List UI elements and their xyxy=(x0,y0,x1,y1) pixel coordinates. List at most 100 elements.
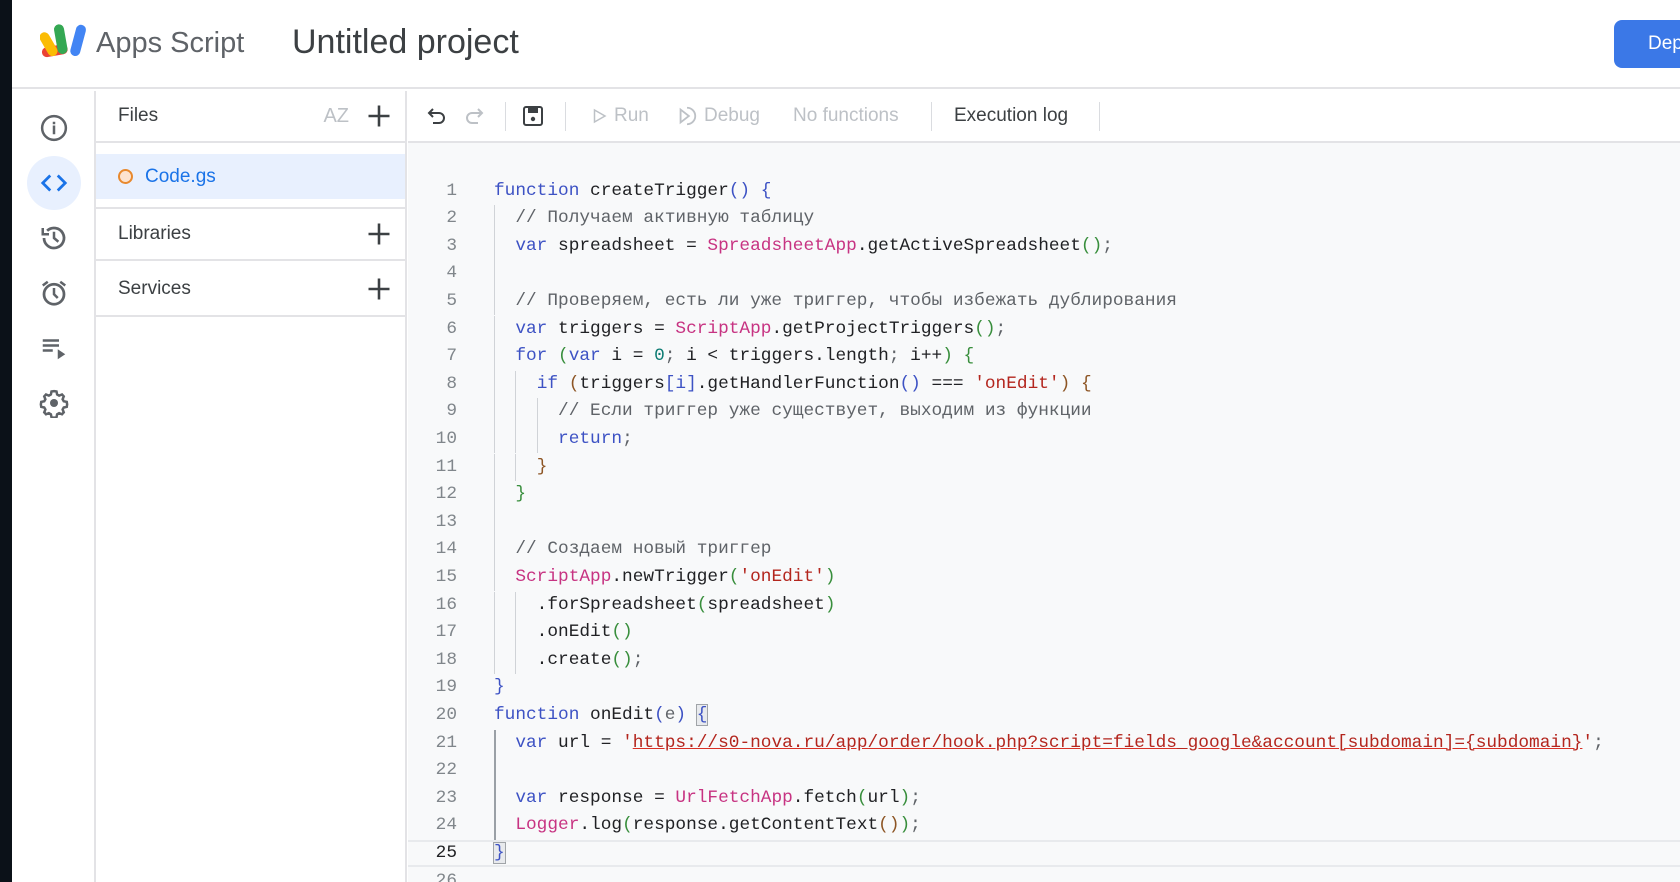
executions-button[interactable] xyxy=(27,321,81,375)
code-line[interactable]: 23 var response = UrlFetchApp.fetch(url)… xyxy=(408,784,1680,813)
code-line[interactable]: 15 ScriptApp.newTrigger('onEdit') xyxy=(408,563,1680,592)
code-line[interactable]: 5 // Проверяем, есть ли уже триггер, что… xyxy=(408,287,1680,316)
line-number: 22 xyxy=(435,760,457,781)
code-line[interactable]: 26 xyxy=(408,868,1680,882)
token-pl: spreadsheet = xyxy=(547,235,708,256)
token-cls: ScriptApp xyxy=(675,318,772,339)
line-number: 5 xyxy=(446,290,457,311)
project-title[interactable]: Untitled project xyxy=(292,23,519,62)
token-pl: spreadsheet xyxy=(707,594,825,615)
add-library-icon[interactable] xyxy=(365,220,393,248)
code-line[interactable]: 17 .onEdit() xyxy=(408,619,1680,647)
code-line[interactable]: 3 var spreadsheet = SpreadsheetApp.getAc… xyxy=(408,232,1680,261)
token-pl: i++ xyxy=(899,346,943,367)
overview-button[interactable] xyxy=(27,101,81,155)
add-file-icon[interactable] xyxy=(365,102,393,130)
line-number: 25 xyxy=(435,842,457,863)
code-line[interactable]: 25} xyxy=(408,839,1680,868)
line-code: var spreadsheet = SpreadsheetApp.getActi… xyxy=(494,233,1113,261)
services-label: Services xyxy=(118,278,191,299)
code-line[interactable]: 13 xyxy=(408,508,1680,537)
token-b2: () xyxy=(1080,235,1103,256)
token-pu: ; xyxy=(632,649,644,670)
code-line[interactable]: 8 if (triggers[i].getHandlerFunction() =… xyxy=(408,370,1680,399)
code-line[interactable]: 21 var url = 'https://s0-nova.ru/app/ord… xyxy=(408,729,1680,758)
redo-button[interactable] xyxy=(462,91,486,141)
token-cls: SpreadsheetApp xyxy=(707,235,857,256)
line-code: var url = 'https://s0-nova.ru/app/order/… xyxy=(494,730,1604,758)
token-cm: // Получаем активную таблицу xyxy=(515,208,815,229)
add-service-icon[interactable] xyxy=(365,275,393,303)
line-code: // Создаем новый триггер xyxy=(494,536,771,564)
history-button[interactable] xyxy=(27,211,81,265)
token-pu: ; xyxy=(664,346,676,367)
debug-button[interactable]: Debug xyxy=(676,91,760,141)
code-line[interactable]: 19} xyxy=(408,674,1680,702)
line-number: 18 xyxy=(435,649,457,670)
code-line[interactable]: 16 .forSpreadsheet(spreadsheet) xyxy=(408,591,1680,620)
deploy-button[interactable]: Deploy xyxy=(1614,20,1680,68)
line-code: // Получаем активную таблицу xyxy=(494,205,814,233)
token-pu: ; xyxy=(1593,732,1604,753)
token-pu: ; xyxy=(995,318,1007,339)
file-name: Code.gs xyxy=(145,165,216,187)
token-kw: var xyxy=(515,732,548,753)
divider xyxy=(1099,102,1100,131)
line-number: 24 xyxy=(435,815,457,836)
token-pl: createTrigger xyxy=(579,180,729,201)
run-button[interactable]: Run xyxy=(590,91,649,141)
code-line[interactable]: 6 var triggers = ScriptApp.getProjectTri… xyxy=(408,315,1680,344)
sort-az-button[interactable]: AZ xyxy=(323,105,349,128)
settings-button[interactable] xyxy=(27,376,81,430)
execution-log-button[interactable]: Execution log xyxy=(954,91,1068,141)
code-line[interactable]: 20 function onEdit(e) { xyxy=(408,702,1680,730)
line-code: .create(); xyxy=(494,647,644,675)
line-code: Logger.log(response.getContentText()); xyxy=(494,812,921,840)
code-line[interactable]: 22 xyxy=(408,757,1680,785)
token-str: 'onEdit' xyxy=(739,566,825,587)
token-kw: function xyxy=(494,704,580,725)
code-line[interactable]: 18 .create(); xyxy=(408,646,1680,675)
code-editor[interactable]: 1 function createTrigger() {2 // Получаем… xyxy=(408,143,1680,882)
code-line[interactable]: 14 // Создаем новый триггер xyxy=(408,536,1680,564)
code-line[interactable]: 2 // Получаем активную таблицу xyxy=(408,205,1680,233)
token-pu: ; xyxy=(622,428,633,449)
save-button[interactable] xyxy=(521,91,545,141)
token-b2: ) xyxy=(899,815,911,836)
token-b2: { xyxy=(963,346,975,367)
code-line[interactable]: 4 xyxy=(408,260,1680,288)
code-line[interactable]: 1 function createTrigger() { xyxy=(408,178,1680,206)
code-line[interactable]: 7 for (var i = 0; i < triggers.length; i… xyxy=(408,343,1680,371)
line-number: 17 xyxy=(435,622,457,643)
token-b2: ( xyxy=(728,566,740,587)
triggers-button[interactable] xyxy=(27,266,81,320)
code-line[interactable]: 10 return; xyxy=(408,425,1680,454)
token-b2: ( xyxy=(696,594,708,615)
indent-guide xyxy=(494,260,495,288)
code-icon xyxy=(40,174,68,192)
token-pl: .fetch xyxy=(792,787,857,808)
line-number: 26 xyxy=(435,870,457,882)
undo-button[interactable] xyxy=(425,91,449,141)
editor-button[interactable] xyxy=(27,156,81,210)
line-number: 3 xyxy=(446,235,457,256)
token-cls: ScriptApp xyxy=(515,566,612,587)
file-item-code-gs[interactable]: Code.gs xyxy=(96,154,405,199)
function-select[interactable]: No functions xyxy=(793,91,899,141)
run-label: Run xyxy=(614,105,649,126)
code-line[interactable]: 12 } xyxy=(408,481,1680,509)
code-line[interactable]: 9 // Если триггер уже существует, выходи… xyxy=(408,398,1680,426)
code-line[interactable]: 11 } xyxy=(408,453,1680,482)
token-b2: ( xyxy=(856,787,868,808)
code-line[interactable]: 24 Logger.log(response.getContentText())… xyxy=(408,812,1680,840)
undo-icon xyxy=(427,108,445,124)
token-num: 0 xyxy=(654,346,665,367)
